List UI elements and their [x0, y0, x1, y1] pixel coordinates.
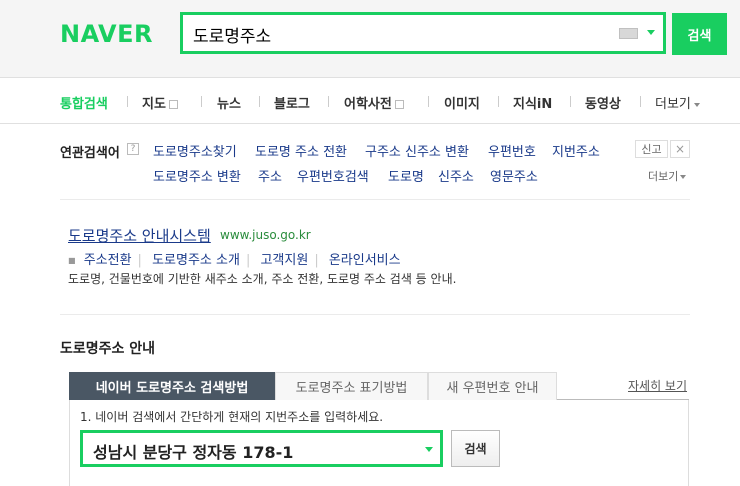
dropdown-arrow-icon[interactable]: [425, 447, 433, 452]
site-title-link[interactable]: 도로명주소 안내시스템: [68, 225, 211, 246]
help-icon[interactable]: ?: [127, 143, 139, 155]
keyboard-icon[interactable]: [619, 28, 638, 39]
tab-divider: [328, 96, 329, 107]
dropdown-arrow-icon[interactable]: [647, 30, 655, 35]
tab-divider: [498, 96, 499, 107]
tab-more[interactable]: 더보기: [655, 93, 700, 112]
sublink-divider: |: [137, 253, 142, 268]
guide-tab-postal-code[interactable]: 새 우편번호 안내: [428, 372, 557, 400]
guide-more-link[interactable]: 자세히 보기: [628, 377, 687, 394]
tab-divider: [570, 96, 571, 107]
related-link[interactable]: 우편번호: [488, 141, 536, 160]
tab-divider: [201, 96, 202, 107]
related-link[interactable]: 도로명주소찾기: [153, 141, 237, 160]
related-searches: 연관검색어 ? 도로명주소찾기 도로명 주소 전환 구주소 신주소 변환 우편번…: [60, 138, 690, 200]
related-link[interactable]: 도로명주소 변환: [153, 166, 241, 185]
close-icon[interactable]: ×: [670, 140, 690, 158]
guide-tab-notation[interactable]: 도로명주소 표기방법: [275, 372, 428, 400]
tab-blog[interactable]: 블로그: [274, 93, 310, 112]
tab-divider: [428, 96, 429, 107]
tab-dictionary[interactable]: 어학사전: [344, 93, 404, 112]
chevron-down-icon: [693, 102, 700, 107]
tab-news[interactable]: 뉴스: [217, 93, 241, 112]
tab-divider: [127, 96, 128, 107]
chevron-down-icon: [680, 175, 687, 179]
related-link[interactable]: 신주소: [438, 166, 474, 185]
tab-knowledge-in[interactable]: 지식iN: [513, 93, 552, 112]
sublink[interactable]: 도로명주소 소개: [152, 253, 240, 268]
tab-images[interactable]: 이미지: [444, 93, 480, 112]
related-more[interactable]: 더보기: [648, 168, 687, 184]
site-description: 도로명, 건물번호에 기반한 새주소 소개, 주소 전환, 도로명 주소 검색 …: [68, 272, 457, 286]
tab-map[interactable]: 지도: [142, 93, 178, 112]
related-link[interactable]: 도로명: [388, 166, 424, 185]
related-link[interactable]: 지번주소: [552, 141, 600, 160]
guide-title: 도로명주소 안내: [60, 341, 156, 357]
site-url[interactable]: www.juso.go.kr: [220, 228, 311, 242]
tab-dictionary-label: 어학사전: [344, 97, 392, 112]
naver-logo[interactable]: NAVER: [60, 20, 153, 48]
related-more-label: 더보기: [648, 170, 679, 183]
related-link[interactable]: 우편번호검색: [297, 166, 369, 185]
bullet-icon: ■: [68, 256, 76, 265]
site-sublinks: ■ 주소전환 | 도로명주소 소개 | 고객지원 | 온라인서비스: [68, 249, 401, 268]
sublink[interactable]: 주소전환: [84, 253, 132, 268]
related-link[interactable]: 구주소 신주소 변환: [365, 141, 469, 160]
example-address-value: 성남시 분당구 정자동 178-1: [93, 443, 294, 462]
related-link[interactable]: 도로명 주소 전환: [255, 141, 347, 160]
section-divider: [60, 314, 690, 315]
new-window-icon: [394, 100, 404, 109]
search-input[interactable]: [193, 21, 593, 47]
tab-divider: [640, 96, 641, 107]
tab-video[interactable]: 동영상: [585, 93, 621, 112]
search-tabs: 통합검색 지도 뉴스 블로그 어학사전 이미지 지식iN 동영상 더보기: [0, 79, 740, 124]
tab-integrated[interactable]: 통합검색: [60, 93, 108, 112]
section-divider: [60, 199, 690, 200]
guide-instruction: 1. 네이버 검색에서 간단하게 현재의 지번주소를 입력하세요.: [80, 410, 384, 424]
header: NAVER 검색: [0, 0, 740, 78]
sublink-divider: |: [314, 253, 319, 268]
guide-tabs: 네이버 도로명주소 검색방법 도로명주소 표기방법 새 우편번호 안내: [69, 372, 689, 400]
search-button[interactable]: 검색: [672, 13, 727, 55]
example-search-button[interactable]: 검색: [451, 430, 500, 467]
sublink[interactable]: 온라인서비스: [329, 253, 401, 268]
related-link[interactable]: 영문주소: [490, 166, 538, 185]
tab-divider: [259, 96, 260, 107]
search-box[interactable]: [180, 12, 666, 54]
sublink-divider: |: [245, 253, 251, 268]
guide-tab-search-method[interactable]: 네이버 도로명주소 검색방법: [69, 372, 275, 400]
related-link[interactable]: 주소: [258, 166, 282, 185]
sublink[interactable]: 고객지원: [260, 253, 308, 268]
example-address-input[interactable]: 성남시 분당구 정자동 178-1: [80, 430, 443, 467]
tab-more-label: 더보기: [655, 97, 691, 112]
tab-map-label: 지도: [142, 97, 166, 112]
report-button[interactable]: 신고: [635, 140, 668, 158]
related-title: 연관검색어: [60, 146, 120, 161]
new-window-icon: [168, 100, 178, 109]
